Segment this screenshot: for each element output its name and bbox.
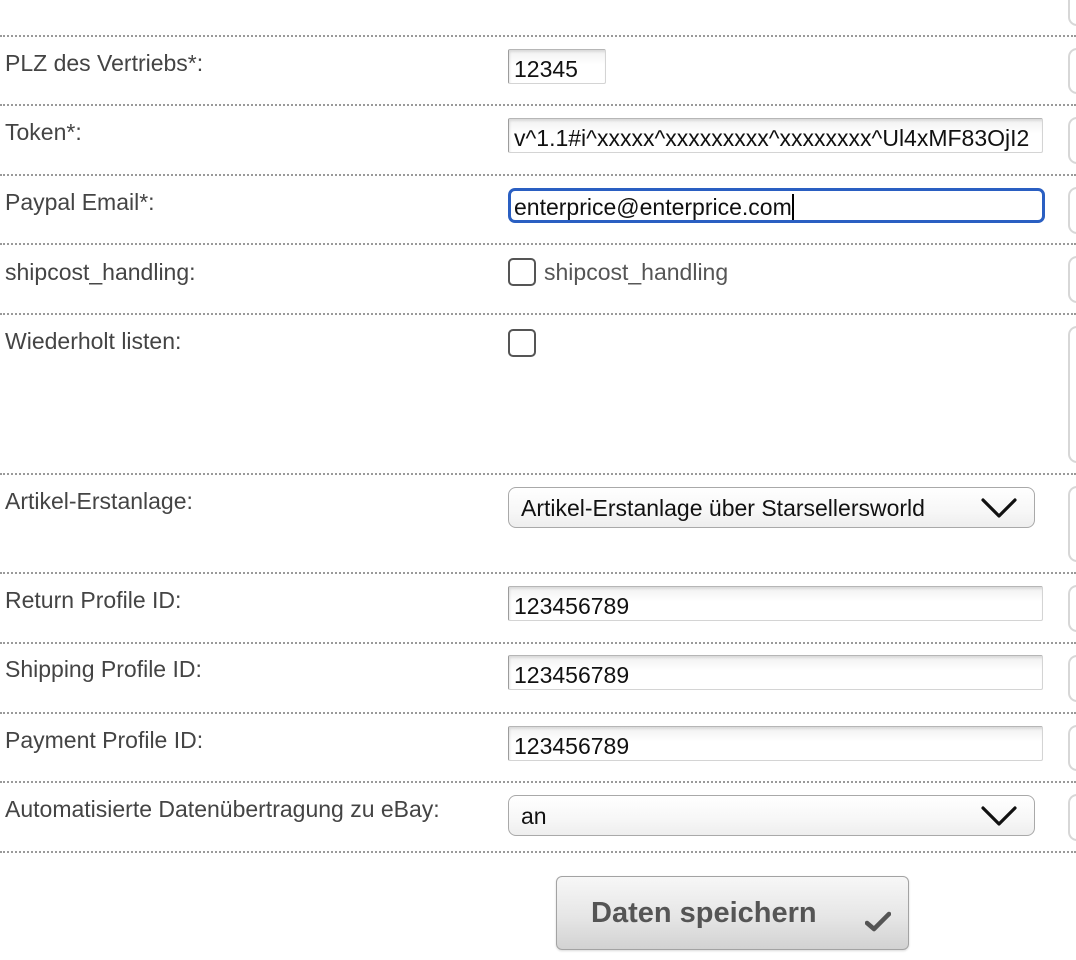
help-box-edge bbox=[1068, 725, 1076, 771]
return-profile-id-label: Return Profile ID: bbox=[5, 587, 182, 613]
chevron-down-icon bbox=[981, 498, 1017, 518]
row-separator bbox=[0, 473, 1076, 475]
help-box-edge bbox=[1068, 486, 1076, 562]
row-separator bbox=[0, 313, 1076, 315]
help-box-edge bbox=[1068, 585, 1076, 632]
row-separator bbox=[0, 174, 1076, 176]
row-separator bbox=[0, 851, 1076, 853]
help-box-edge bbox=[1068, 326, 1076, 463]
auto-datenuebertragung-label: Automatisierte Datenübertragung zu eBay: bbox=[5, 796, 440, 822]
wiederholt-listen-label: Wiederholt listen: bbox=[5, 328, 182, 354]
paypal-email-label: Paypal Email*: bbox=[5, 189, 155, 215]
shipcost-handling-checkbox-label[interactable]: shipcost_handling bbox=[544, 258, 728, 286]
wiederholt-listen-checkbox[interactable] bbox=[508, 329, 536, 357]
help-box-edge bbox=[1068, 256, 1076, 303]
paypal-email-input[interactable]: enterprice@enterprice.com bbox=[508, 188, 1045, 223]
help-box-edge bbox=[1068, 187, 1076, 234]
token-input[interactable]: v^1.1#i^xxxxx^xxxxxxxxx^xxxxxxxx^Ul4xMF8… bbox=[508, 118, 1043, 153]
row-separator bbox=[0, 712, 1076, 714]
help-box-edge bbox=[1068, 0, 1076, 26]
paypal-email-value: enterprice@enterprice.com bbox=[514, 194, 792, 220]
chevron-down-icon bbox=[981, 806, 1017, 826]
payment-profile-id-label: Payment Profile ID: bbox=[5, 727, 204, 753]
payment-profile-id-input[interactable]: 123456789 bbox=[508, 726, 1043, 761]
auto-datenuebertragung-selected: an bbox=[521, 803, 547, 829]
artikel-erstanlage-select[interactable]: Artikel-Erstanlage über Starsellersworld bbox=[508, 487, 1035, 528]
plz-label: PLZ des Vertriebs*: bbox=[5, 50, 204, 76]
help-box-edge bbox=[1068, 655, 1076, 702]
help-box-edge bbox=[1068, 117, 1076, 164]
row-separator bbox=[0, 35, 1076, 37]
auto-datenuebertragung-select[interactable]: an bbox=[508, 795, 1035, 836]
text-caret bbox=[791, 194, 794, 220]
shipping-profile-id-input[interactable]: 123456789 bbox=[508, 655, 1043, 690]
save-button[interactable]: Daten speichern bbox=[556, 876, 909, 950]
plz-input[interactable]: 12345 bbox=[508, 49, 606, 84]
row-separator bbox=[0, 781, 1076, 783]
row-separator bbox=[0, 642, 1076, 644]
shipcost-handling-label: shipcost_handling: bbox=[5, 259, 196, 285]
row-separator bbox=[0, 572, 1076, 574]
help-box-edge bbox=[1068, 794, 1076, 841]
checkmark-icon bbox=[865, 911, 891, 932]
row-separator bbox=[0, 104, 1076, 106]
shipcost-handling-checkbox[interactable] bbox=[508, 258, 536, 286]
help-box-edge bbox=[1068, 48, 1076, 94]
row-separator bbox=[0, 243, 1076, 245]
shipping-profile-id-label: Shipping Profile ID: bbox=[5, 656, 202, 682]
artikel-erstanlage-label: Artikel-Erstanlage: bbox=[5, 488, 193, 514]
artikel-erstanlage-selected: Artikel-Erstanlage über Starsellersworld bbox=[521, 495, 925, 521]
return-profile-id-input[interactable]: 123456789 bbox=[508, 586, 1043, 621]
save-button-label: Daten speichern bbox=[591, 897, 817, 929]
token-label: Token*: bbox=[5, 119, 82, 145]
